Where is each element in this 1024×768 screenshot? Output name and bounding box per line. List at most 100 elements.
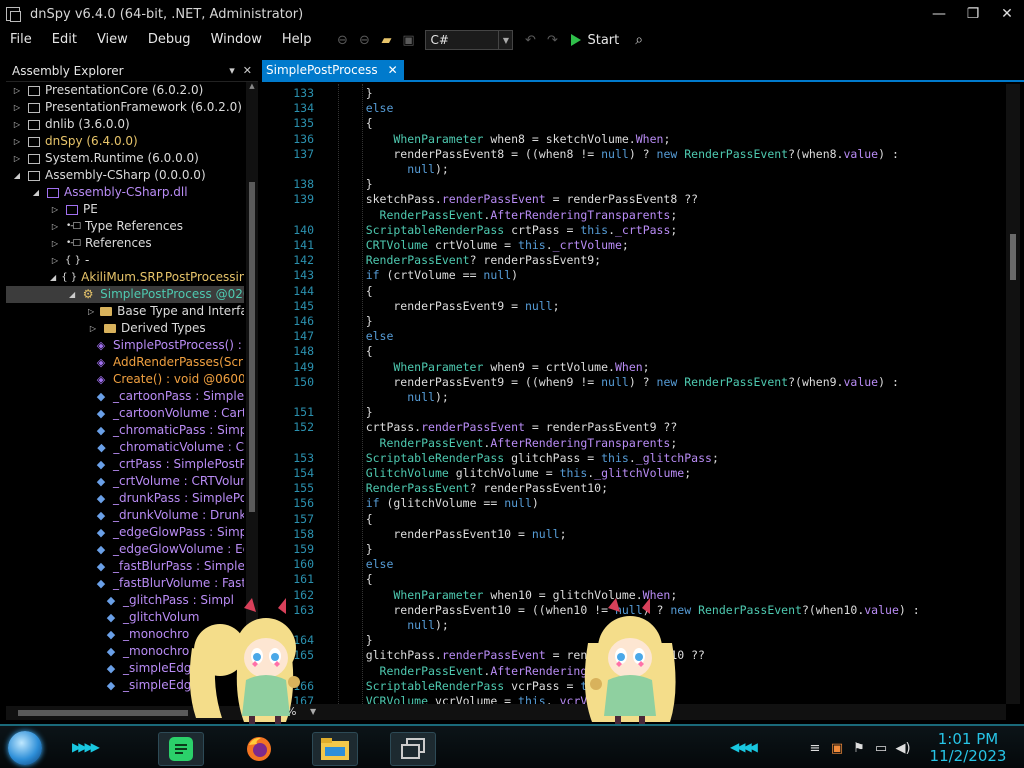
- system-tray: ≡ ▣ ⚑ ▭ ◀) 1:01 PM 11/2/2023: [804, 726, 1024, 768]
- line-number: 142: [293, 253, 314, 268]
- menu-view[interactable]: View: [87, 28, 138, 52]
- assembly-icon: [28, 85, 40, 96]
- expand-icon[interactable]: ▷: [50, 239, 60, 249]
- menu-file[interactable]: File: [0, 28, 42, 52]
- pin-icon[interactable]: ▾: [229, 64, 235, 77]
- expand-icon[interactable]: ▷: [12, 120, 22, 130]
- expand-icon[interactable]: ▷: [50, 222, 60, 232]
- collapse-icon[interactable]: ◢: [12, 171, 22, 181]
- scroll-thumb[interactable]: [18, 710, 188, 716]
- expand-icon[interactable]: ▷: [88, 324, 98, 334]
- collapse-icon[interactable]: ◢: [69, 290, 75, 300]
- tree-item[interactable]: ◈ SimplePostProcess() : v: [6, 337, 244, 354]
- expand-icon[interactable]: ▷: [50, 256, 60, 266]
- close-button[interactable]: ✕: [990, 0, 1024, 28]
- chevron-down-icon[interactable]: ▼: [310, 704, 316, 720]
- scroll-thumb[interactable]: [1010, 234, 1016, 280]
- tree-item[interactable]: ◆ _cartoonVolume : Cart: [6, 405, 244, 422]
- collapse-icon[interactable]: ◢: [31, 188, 41, 198]
- close-icon[interactable]: ✕: [243, 64, 252, 77]
- tree-item[interactable]: ◆ _cartoonPass : SimpleP: [6, 388, 244, 405]
- field-icon: ◆: [106, 594, 116, 607]
- tree-item[interactable]: ▷ PE: [6, 201, 244, 218]
- redo-icon[interactable]: ↷: [543, 31, 561, 49]
- app-tray-icon[interactable]: ▣: [826, 737, 848, 759]
- open-folder-icon[interactable]: ▰: [377, 31, 395, 49]
- tree-item[interactable]: ▷ System.Runtime (6.0.0.0): [6, 150, 244, 167]
- tree-item[interactable]: ◢ { } AkiliMum.SRP.PostProcessing: [6, 269, 244, 286]
- tree-item[interactable]: ◆ _edgeGlowVolume : Ec: [6, 541, 244, 558]
- scroll-up-icon[interactable]: ▲: [246, 82, 258, 94]
- expand-icon[interactable]: ▷: [88, 307, 94, 317]
- tree-item[interactable]: ◢ Assembly-CSharp (0.0.0.0): [6, 167, 244, 184]
- clock[interactable]: 1:01 PM 11/2/2023: [920, 731, 1016, 765]
- undo-icon[interactable]: ↶: [521, 31, 539, 49]
- tree-item[interactable]: ◈ AddRenderPasses(Scrip: [6, 354, 244, 371]
- close-icon[interactable]: ✕: [388, 63, 398, 77]
- expand-icon[interactable]: ▷: [12, 86, 22, 96]
- tree-item[interactable]: ▷ •-□ Type References: [6, 218, 244, 235]
- tree-item[interactable]: ◆ _fastBlurPass : SimpleF: [6, 558, 244, 575]
- editor-vertical-scrollbar[interactable]: [1006, 84, 1020, 704]
- tree-item[interactable]: ◈ Create() : void @06000: [6, 371, 244, 388]
- field-icon: ◆: [106, 679, 116, 692]
- expand-icon[interactable]: ▷: [12, 103, 22, 113]
- expand-icon[interactable]: ▷: [12, 137, 22, 147]
- show-desktop-button[interactable]: [1016, 726, 1024, 768]
- tree-item[interactable]: ◢ Assembly-CSharp.dll: [6, 184, 244, 201]
- tree-item[interactable]: ▷ •-□ References: [6, 235, 244, 252]
- volume-icon[interactable]: ◀): [892, 737, 914, 759]
- start-button[interactable]: Start: [565, 33, 625, 48]
- menu-help[interactable]: Help: [272, 28, 322, 52]
- line-number: 143: [293, 268, 314, 283]
- tree-item[interactable]: ▷ Derived Types: [6, 320, 244, 337]
- network-bars-icon[interactable]: ≡: [804, 737, 826, 759]
- tree-item[interactable]: ▷ dnSpy (6.4.0.0): [6, 133, 244, 150]
- tree-item-label: _crtPass : SimplePostP: [113, 457, 244, 471]
- taskbar-notes-app[interactable]: [158, 732, 204, 766]
- save-icon[interactable]: ▣: [399, 31, 417, 49]
- tree-item[interactable]: ▷ PresentationCore (6.0.2.0): [6, 82, 244, 99]
- search-icon[interactable]: ⌕: [635, 32, 643, 48]
- back-icon[interactable]: ⊖: [333, 31, 351, 49]
- scroll-thumb[interactable]: [249, 182, 255, 512]
- tree-item[interactable]: ◆ _drunkPass : SimplePo: [6, 490, 244, 507]
- tree-item[interactable]: ▷ Base Type and Interfaces: [6, 303, 244, 320]
- tree-item[interactable]: ◆ _chromaticVolume : C: [6, 439, 244, 456]
- tree-item[interactable]: ◆ _crtVolume : CRTVolun: [6, 473, 244, 490]
- tab-simplepostprocess[interactable]: SimplePostProcess ✕: [262, 60, 404, 80]
- window-title: dnSpy v6.4.0 (64-bit, .NET, Administrato…: [30, 6, 304, 22]
- menu-window[interactable]: Window: [201, 28, 272, 52]
- tree-item[interactable]: ◆ _drunkVolume : Drunk: [6, 507, 244, 524]
- tree-item[interactable]: ▷ PresentationFramework (6.0.2.0): [6, 99, 244, 116]
- language-select[interactable]: C# ▼: [425, 30, 514, 50]
- code-text: sketchPass.renderPassEvent = renderPassE…: [338, 192, 699, 207]
- flag-icon[interactable]: ⚑: [848, 737, 870, 759]
- tree-item[interactable]: ▷ dnlib (3.6.0.0): [6, 116, 244, 133]
- maximize-button[interactable]: ❐: [956, 0, 990, 28]
- line-number: 158: [293, 526, 314, 541]
- tree-item[interactable]: ◆ _fastBlurVolume : Fastl: [6, 575, 244, 592]
- code-line: RenderPassEvent.AfterRenderingTransparen…: [262, 207, 1006, 223]
- forward-icon[interactable]: ⊖: [355, 31, 373, 49]
- menu-debug[interactable]: Debug: [138, 28, 201, 52]
- menu-edit[interactable]: Edit: [42, 28, 87, 52]
- code-text: renderPassEvent9 = ((when9 != null) ? ne…: [338, 374, 899, 389]
- expand-icon[interactable]: ▷: [12, 154, 22, 164]
- tree-item[interactable]: ▷ { } -: [6, 252, 244, 269]
- line-number: 144: [293, 283, 314, 298]
- field-icon: ◆: [106, 645, 116, 658]
- network-icon[interactable]: ▭: [870, 737, 892, 759]
- minimize-button[interactable]: —: [922, 0, 956, 28]
- tree-item[interactable]: ◆ _chromaticPass : Simp: [6, 422, 244, 439]
- field-icon: ◆: [106, 628, 116, 641]
- collapse-icon[interactable]: ◢: [50, 273, 56, 283]
- taskbar-file-explorer[interactable]: [312, 732, 358, 766]
- taskbar-task-view[interactable]: [390, 732, 436, 766]
- tree-item[interactable]: ◢ ⚙ SimplePostProcess @02000: [6, 286, 244, 303]
- taskbar-firefox[interactable]: [236, 732, 282, 766]
- tree-item[interactable]: ◆ _crtPass : SimplePostP: [6, 456, 244, 473]
- start-menu-button[interactable]: [8, 731, 42, 765]
- expand-icon[interactable]: ▷: [50, 205, 60, 215]
- tree-item[interactable]: ◆ _edgeGlowPass : Simp: [6, 524, 244, 541]
